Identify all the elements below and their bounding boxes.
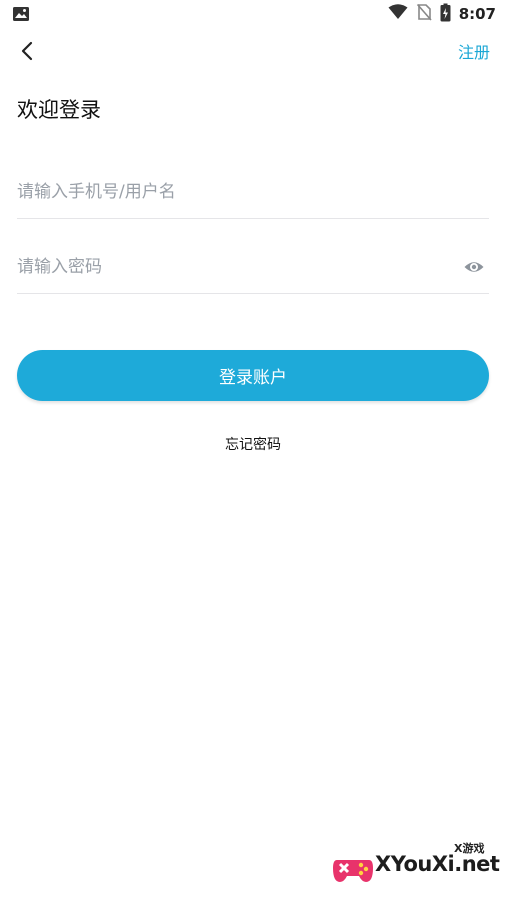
chevron-left-icon	[20, 41, 34, 65]
watermark: X游戏 XYouXi.net	[331, 840, 500, 890]
eye-icon[interactable]	[463, 256, 485, 278]
watermark-text: XYouXi.net	[375, 852, 500, 876]
password-input[interactable]	[17, 243, 447, 291]
status-icons: 8:07	[388, 3, 496, 25]
battery-charging-icon	[440, 3, 451, 26]
username-field-container	[17, 168, 489, 219]
forgot-password-link[interactable]: 忘记密码	[0, 435, 506, 455]
image-icon	[12, 6, 30, 22]
no-sim-icon	[416, 3, 432, 25]
top-bar: 注册	[0, 28, 506, 80]
login-button-label: 登录账户	[219, 368, 287, 388]
status-time: 8:07	[458, 5, 496, 23]
status-bar: 8:07	[0, 0, 506, 28]
username-input[interactable]	[17, 168, 447, 216]
register-link[interactable]: 注册	[458, 42, 490, 64]
login-button[interactable]: 登录账户	[17, 350, 489, 401]
gamepad-logo-icon	[331, 850, 375, 888]
back-button[interactable]	[10, 36, 44, 70]
wifi-icon	[388, 4, 408, 24]
password-field-container	[17, 243, 489, 294]
page-title: 欢迎登录	[17, 98, 101, 122]
